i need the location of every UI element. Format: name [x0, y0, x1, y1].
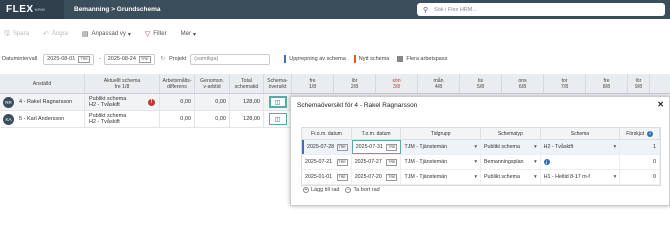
undo-button[interactable]: ↶ Ångra	[43, 30, 68, 38]
col-overview[interactable]: Schema-översikt	[264, 74, 292, 93]
save-button[interactable]: 🖫 Spara	[4, 29, 29, 40]
top-bar: FLEX HRM Bemanning > Grundschema ⚲ Sök i …	[0, 0, 670, 19]
calendar-icon[interactable]: TRE	[386, 158, 398, 166]
close-icon[interactable]: ✕	[657, 100, 664, 109]
col-current-schema[interactable]: Aktuellt schema fre 1/8	[85, 74, 160, 93]
col-day: lör 9/8	[628, 74, 650, 93]
avatar[interactable]: KA	[3, 113, 14, 125]
overview-header: Fr.o.m. datum T.o.m. datum Tidgrupp Sche…	[302, 128, 660, 140]
more-button[interactable]: Mer ▾	[181, 31, 196, 38]
undo-icon: ↶	[42, 31, 49, 38]
chevron-down-icon[interactable]: ▾	[614, 174, 617, 180]
filter-button[interactable]: ▽ Filter	[145, 30, 167, 38]
search-icon: ⚲	[423, 6, 429, 14]
schema-overview-button[interactable]: ◫	[268, 96, 287, 108]
minus-icon: −	[345, 187, 352, 193]
chevron-down-icon[interactable]: ▾	[534, 159, 537, 165]
col-day: fre 8/8	[586, 74, 628, 93]
row-actions: + Lägg till rad − Ta bort rad	[303, 187, 380, 193]
info-icon[interactable]: i	[646, 130, 653, 137]
col-day: sön 3/8	[376, 74, 418, 93]
schema-overview-dialog: Schemaöversikt för 4 - Rakel Ragnarsson …	[290, 96, 670, 206]
project-select[interactable]: (samtliga)	[190, 53, 271, 65]
col-employee[interactable]: Anställd	[0, 74, 85, 93]
col-day: mån 4/8	[418, 74, 460, 93]
adapted-view-button[interactable]: ▤ Anpassad vy ▾	[82, 30, 131, 38]
refresh-icon[interactable]: ↻	[161, 56, 166, 62]
filter-icon: ▽	[144, 31, 151, 38]
search-box[interactable]: ⚲ Sök i Flex HRM...	[417, 3, 665, 16]
chevron-down-icon[interactable]: ▾	[534, 144, 537, 150]
overview-row[interactable]: 2025-07-21 TRE 2025-07-27 TRE TJM - Tjänst…	[302, 155, 661, 170]
col-day: ons 6/8	[502, 74, 544, 93]
chevron-down-icon[interactable]: ▾	[474, 159, 477, 165]
add-row-button[interactable]: + Lägg till rad	[303, 187, 339, 193]
warning-icon[interactable]: !	[148, 98, 155, 106]
calendar-icon[interactable]: TRE	[336, 173, 348, 181]
col-day: tor 7/8	[544, 74, 586, 93]
chevron-down-icon[interactable]: ▾	[534, 174, 537, 180]
interval-label: Datumintervall	[2, 56, 38, 62]
col-avg[interactable]: Genomsn. v-arbtid	[195, 74, 230, 93]
col-day: fre 1/8	[292, 74, 334, 93]
project-label: Projekt	[169, 56, 187, 62]
filter-bar: Datumintervall 2025-08-01 TRE - 2025-08-2…	[0, 50, 670, 68]
legend-repeat: Upprepning av schema	[284, 55, 346, 63]
chevron-down-icon[interactable]: ▾	[474, 144, 477, 150]
overview-row[interactable]: 2025-07-28 TRE 2025-07-31 TRE TJM - Tjänst…	[302, 140, 660, 155]
schema-overview-button[interactable]: ◫	[268, 113, 287, 125]
chevron-down-icon: ▾	[192, 31, 196, 38]
info-icon[interactable]: i	[543, 159, 550, 165]
chevron-down-icon[interactable]: ▾	[614, 144, 617, 150]
toolbar: 🖫 Spara ↶ Ångra ▤ Anpassad vy ▾ ▽ Filter Mer ▾	[0, 26, 670, 42]
calendar-icon[interactable]: TRE	[386, 173, 398, 181]
plus-icon: +	[303, 187, 309, 193]
search-input[interactable]: Sök i Flex HRM...	[434, 7, 477, 13]
calendar-icon[interactable]: TRE	[336, 158, 348, 166]
calendar-icon[interactable]: TRE	[138, 55, 151, 63]
col-diff[interactable]: Arbetsmålts-differens	[160, 74, 195, 93]
avatar[interactable]: RR	[3, 96, 14, 108]
col-day: lör 2/8	[334, 74, 376, 93]
dialog-title: Schemaöversikt för 4 - Rakel Ragnarsson	[297, 101, 418, 109]
save-icon: 🖫	[4, 29, 10, 37]
calendar-icon[interactable]: TRE	[78, 55, 90, 63]
date-to-field[interactable]: 2025-08-24 TRE	[103, 53, 155, 65]
calendar-icon[interactable]: TRE	[386, 143, 398, 151]
legend-multiple: Flera arbetspass	[397, 56, 447, 62]
legend-new: Nytt schema	[353, 55, 389, 63]
employee-name[interactable]: 5 - Karl Andersson	[19, 116, 64, 122]
schema-overview-table: Fr.o.m. datum T.o.m. datum Tidgrupp Sche…	[301, 127, 661, 186]
remove-row-button[interactable]: − Ta bort rad	[345, 187, 380, 193]
overview-row[interactable]: 2025-01-01 TRE 2025-07-20 TRE TJM - Tjänst…	[302, 170, 661, 185]
view-icon: ▤	[81, 31, 89, 38]
breadcrumb[interactable]: Bemanning > Grundschema	[74, 6, 161, 13]
flex-logo[interactable]: FLEX HRM	[0, 0, 64, 19]
table-header: Anställd Aktuellt schema fre 1/8 Arbetsmå…	[0, 74, 670, 94]
date-from-field[interactable]: 2025-08-01 TRE	[43, 53, 94, 65]
employee-name[interactable]: 4 - Rakel Ragnarsson	[19, 99, 72, 105]
calendar-icon[interactable]: TRE	[336, 143, 348, 151]
chevron-down-icon: ▾	[127, 31, 131, 38]
col-total[interactable]: Total schematid	[230, 74, 264, 93]
chevron-down-icon[interactable]: ▾	[474, 174, 477, 180]
col-day: tis 5/8	[460, 74, 502, 93]
